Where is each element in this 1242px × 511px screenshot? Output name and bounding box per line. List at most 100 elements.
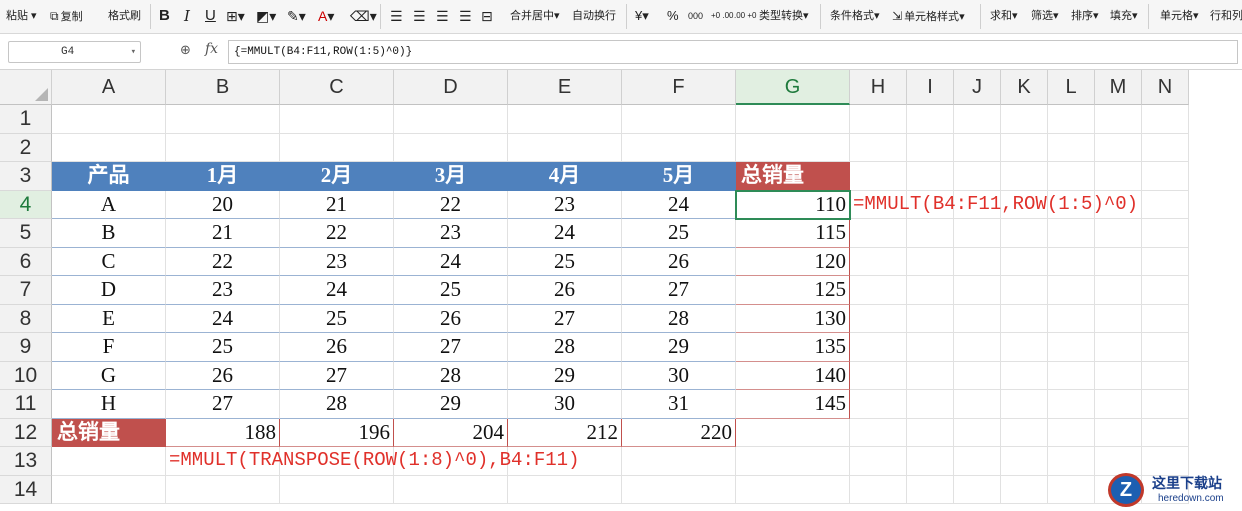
grid-cell[interactable] xyxy=(1142,247,1189,276)
grid-cell[interactable] xyxy=(1048,333,1095,362)
row-header[interactable]: 9 xyxy=(0,333,52,362)
table-header-cell[interactable]: 5月 xyxy=(622,162,736,191)
grid-cell[interactable] xyxy=(850,162,907,191)
table-header-cell[interactable]: 4月 xyxy=(508,162,622,191)
table-data-cell[interactable]: 27 xyxy=(508,304,622,333)
column-header[interactable]: N xyxy=(1142,70,1189,105)
grid-cell[interactable] xyxy=(508,105,622,134)
table-data-cell[interactable]: 23 xyxy=(280,247,394,276)
table-data-cell[interactable]: 26 xyxy=(280,333,394,362)
table-data-cell[interactable]: 23 xyxy=(166,276,280,305)
table-data-cell[interactable]: 22 xyxy=(394,190,508,219)
table-data-cell[interactable]: H xyxy=(52,390,166,419)
grid-cell[interactable] xyxy=(1048,418,1095,447)
grid-cell[interactable] xyxy=(1095,133,1142,162)
grid-cell[interactable] xyxy=(1001,475,1048,504)
grid-cell[interactable] xyxy=(736,105,850,134)
row-total-cell[interactable]: 110 xyxy=(736,190,850,219)
grid-cell[interactable] xyxy=(1142,190,1189,219)
grid-cell[interactable] xyxy=(1001,133,1048,162)
table-data-cell[interactable]: 21 xyxy=(166,219,280,248)
row-total-cell[interactable]: 115 xyxy=(736,219,850,248)
filter-button[interactable]: 筛选▾ xyxy=(1031,6,1059,26)
fill-button[interactable]: 填充▾ xyxy=(1110,6,1138,26)
grid-cell[interactable] xyxy=(1001,219,1048,248)
table-data-cell[interactable]: 27 xyxy=(394,333,508,362)
border-button[interactable]: ⊞▾ xyxy=(226,6,245,26)
sort-button[interactable]: 排序▾ xyxy=(1071,6,1099,26)
table-data-cell[interactable]: 25 xyxy=(280,304,394,333)
grid-cell[interactable] xyxy=(1095,247,1142,276)
format-painter-button[interactable]: 格式刷 xyxy=(108,6,141,26)
grid-cell[interactable] xyxy=(1048,276,1095,305)
table-data-cell[interactable]: 28 xyxy=(280,390,394,419)
currency-button[interactable]: ¥▾ xyxy=(635,6,649,26)
table-data-cell[interactable]: 25 xyxy=(166,333,280,362)
merge-center-button[interactable]: 合并居中▾ xyxy=(510,6,560,26)
table-header-cell[interactable]: 2月 xyxy=(280,162,394,191)
grid-cell[interactable] xyxy=(1001,105,1048,134)
grid-cell[interactable] xyxy=(166,475,280,504)
table-data-cell[interactable]: 28 xyxy=(622,304,736,333)
grid-cell[interactable] xyxy=(52,133,166,162)
grid-cell[interactable] xyxy=(907,219,954,248)
grid-cell[interactable] xyxy=(954,361,1001,390)
thousands-button[interactable]: 000 xyxy=(688,6,703,26)
column-header[interactable]: H xyxy=(850,70,907,105)
table-data-cell[interactable]: 24 xyxy=(166,304,280,333)
grid-cell[interactable] xyxy=(1142,418,1189,447)
table-data-cell[interactable]: 29 xyxy=(394,390,508,419)
column-total-cell[interactable]: 188 xyxy=(166,418,280,447)
grid-cell[interactable] xyxy=(954,304,1001,333)
fill-color-button[interactable]: ◩▾ xyxy=(256,6,276,26)
grid-cell[interactable] xyxy=(850,105,907,134)
column-header[interactable]: E xyxy=(508,70,622,105)
table-data-cell[interactable]: A xyxy=(52,190,166,219)
column-header[interactable]: F xyxy=(622,70,736,105)
row-header[interactable]: 11 xyxy=(0,390,52,419)
column-header[interactable]: K xyxy=(1001,70,1048,105)
grid-cell[interactable] xyxy=(1001,390,1048,419)
grid-cell[interactable] xyxy=(1142,133,1189,162)
table-data-cell[interactable]: 24 xyxy=(280,276,394,305)
grid-cell[interactable] xyxy=(954,390,1001,419)
column-header[interactable]: D xyxy=(394,70,508,105)
underline-button[interactable]: U xyxy=(205,6,216,26)
grid-cell[interactable] xyxy=(907,418,954,447)
grid-cell[interactable] xyxy=(907,105,954,134)
grid-cell[interactable] xyxy=(907,162,954,191)
row-total-cell[interactable]: 135 xyxy=(736,333,850,362)
wrap-text-button[interactable]: 自动换行 xyxy=(572,6,616,26)
table-data-cell[interactable]: 24 xyxy=(508,219,622,248)
row-header[interactable]: 10 xyxy=(0,361,52,390)
decrease-decimal-button[interactable]: .00 +0 xyxy=(734,6,756,26)
table-data-cell[interactable]: 30 xyxy=(622,361,736,390)
grid-cell[interactable] xyxy=(1142,361,1189,390)
name-box[interactable]: G4 ▾ xyxy=(8,41,141,63)
table-data-cell[interactable]: 27 xyxy=(280,361,394,390)
grid-cell[interactable] xyxy=(850,333,907,362)
grid-cell[interactable] xyxy=(52,475,166,504)
grid-cell[interactable] xyxy=(850,219,907,248)
grid-cell[interactable] xyxy=(622,105,736,134)
total-sales-label[interactable]: 总销量 xyxy=(52,418,166,447)
zoom-icon[interactable]: ⊕ xyxy=(180,42,191,58)
row-header[interactable]: 4 xyxy=(0,190,52,219)
grid-cell[interactable] xyxy=(907,333,954,362)
grid-cell[interactable] xyxy=(1001,447,1048,476)
grid-cell[interactable] xyxy=(850,447,907,476)
grid-cell[interactable] xyxy=(1095,418,1142,447)
grid-cell[interactable] xyxy=(1142,162,1189,191)
row-header[interactable]: 8 xyxy=(0,304,52,333)
grid-cell[interactable] xyxy=(1048,475,1095,504)
grid-cell[interactable] xyxy=(1142,304,1189,333)
grid-cell[interactable] xyxy=(954,418,1001,447)
fx-icon[interactable]: fx xyxy=(205,41,218,57)
column-header[interactable]: L xyxy=(1048,70,1095,105)
row-total-cell[interactable]: 145 xyxy=(736,390,850,419)
table-data-cell[interactable]: B xyxy=(52,219,166,248)
table-data-cell[interactable]: 24 xyxy=(622,190,736,219)
table-data-cell[interactable]: 28 xyxy=(508,333,622,362)
grid-cell[interactable] xyxy=(954,333,1001,362)
grid-cell[interactable] xyxy=(1048,162,1095,191)
